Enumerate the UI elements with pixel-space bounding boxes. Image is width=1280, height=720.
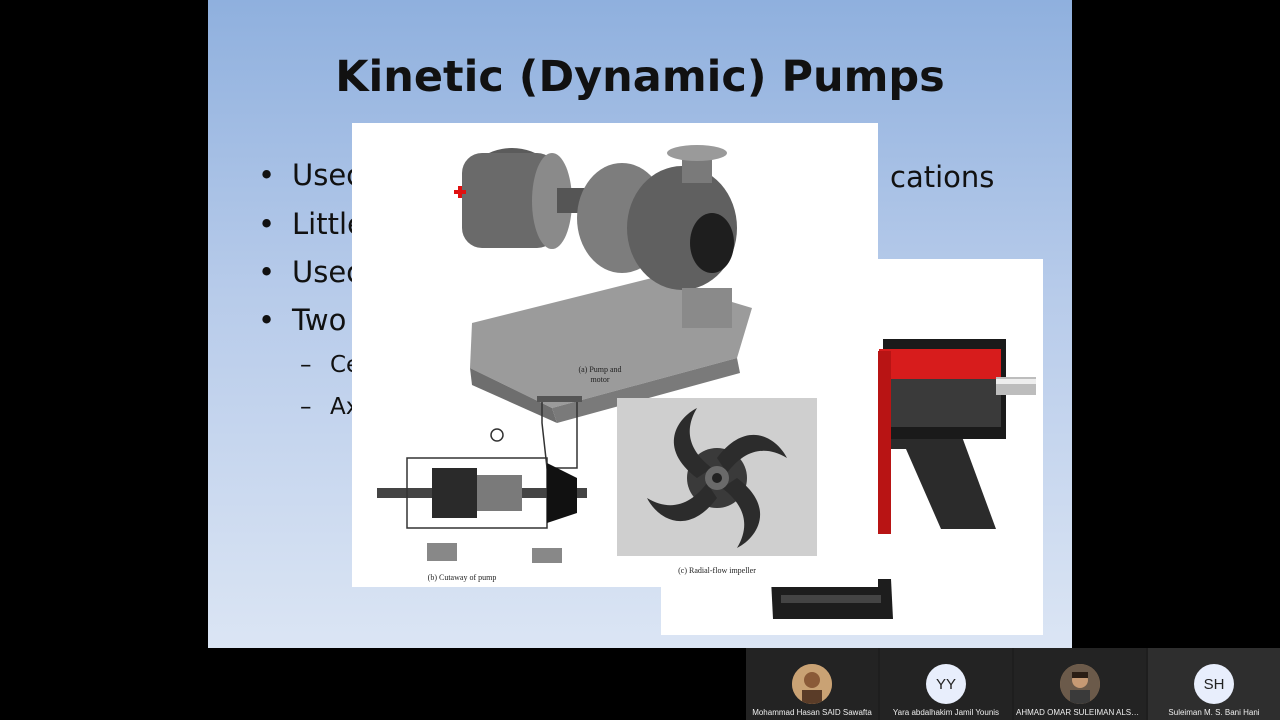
participant-tile[interactable]: Mohammad Hasan SAID Sawafta — [746, 648, 878, 720]
bullet-1-tail: cations — [890, 160, 995, 194]
participant-strip: Mohammad Hasan SAID Sawafta YY Yara abda… — [746, 648, 1280, 720]
participant-tile[interactable]: AHMAD OMAR SULEIMAN ALSHAR... — [1014, 648, 1146, 720]
caption-b: (b) Cutaway of pump — [428, 573, 497, 582]
avatar: SH — [1194, 664, 1234, 704]
pump-figure-image: (a) Pump and motor (b) Cutaway of pump (… — [352, 123, 878, 587]
caption-a-line1: (a) Pump and — [578, 365, 621, 374]
slide-title: Kinetic (Dynamic) Pumps — [335, 52, 945, 102]
participant-name: Mohammad Hasan SAID Sawafta — [752, 708, 872, 717]
bullet-2: • Little — [258, 207, 365, 241]
avatar: YY — [926, 664, 966, 704]
participant-tile[interactable]: YY Yara abdalhakim Jamil Younis — [880, 648, 1012, 720]
bullet-3: • Usec — [258, 255, 363, 289]
caption-c: (c) Radial-flow impeller — [678, 566, 756, 575]
bullet-1: • Usec — [258, 158, 363, 192]
sub-bullet-2: – Ax — [300, 394, 360, 420]
bullet-4: • Two — [258, 303, 347, 337]
pointer-cross-icon — [454, 186, 466, 198]
participant-name: Suleiman M. S. Bani Hani — [1168, 708, 1260, 717]
presentation-slide: Kinetic (Dynamic) Pumps • Usec • Little • U… — [208, 0, 1072, 648]
caption-a-line2: motor — [590, 375, 609, 384]
participant-name: AHMAD OMAR SULEIMAN ALSHAR... — [1016, 708, 1144, 717]
avatar — [1060, 664, 1100, 704]
avatar — [792, 664, 832, 704]
participant-tile[interactable]: SH Suleiman M. S. Bani Hani — [1148, 648, 1280, 720]
participant-name: Yara abdalhakim Jamil Younis — [892, 708, 1000, 717]
